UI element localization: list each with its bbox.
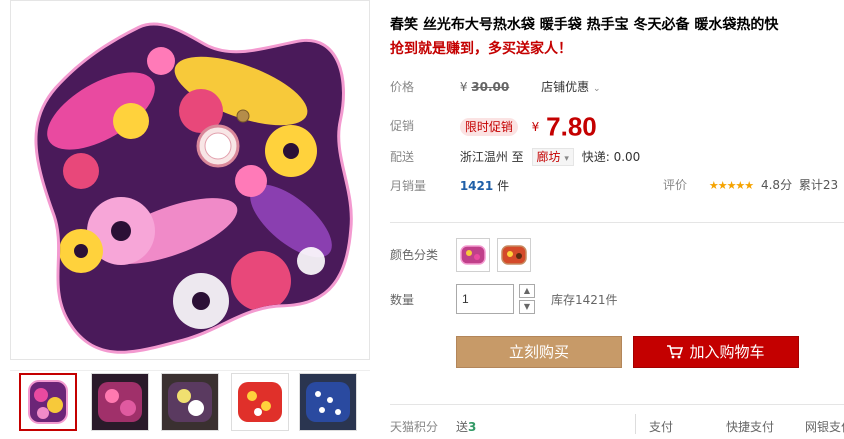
rating-score: 4.8分	[760, 178, 793, 192]
product-title: 春笑 丝光布大号热水袋 暖手袋 热手宝 冬天必备 暖水袋热的快	[390, 17, 779, 33]
shipping-fee: 快递: 0.00	[581, 150, 641, 164]
sku-swatch	[457, 239, 489, 271]
buy-now-button[interactable]: 立刻购买	[456, 336, 622, 368]
sku-color-label: 颜色分类	[390, 248, 439, 262]
city-select[interactable]: 廊坊 ▾	[531, 148, 574, 166]
city-value: 廊坊	[536, 150, 561, 164]
add-to-cart-label: 加入购物车	[689, 343, 765, 361]
points-row: 天猫积分 送3	[390, 418, 476, 435]
pay-fast-link[interactable]: 快捷支付	[726, 418, 774, 435]
original-price: 30.00	[471, 80, 510, 94]
image-gallery	[10, 0, 370, 439]
star-rating-icon: ★★★★★	[708, 179, 754, 192]
points-value: 3	[468, 420, 477, 434]
chevron-down-icon: ⌄	[592, 84, 601, 94]
sku-option-2[interactable]	[497, 238, 531, 272]
thumb-image	[21, 375, 75, 429]
active-thumb-indicator	[53, 373, 65, 375]
promo-currency: ¥	[531, 119, 540, 134]
price-currency: ¥	[459, 80, 468, 94]
divider	[390, 404, 844, 405]
pay-bank-link[interactable]: 网银支付	[805, 418, 844, 435]
rating-label: 评价	[663, 178, 688, 192]
chevron-down-icon: ▾	[564, 154, 569, 164]
sku-option-1[interactable]	[456, 238, 490, 272]
points-prefix: 送	[456, 420, 469, 434]
hot-water-bag-illustration	[11, 1, 369, 359]
thumb-image	[232, 374, 288, 430]
stock-count: 库存1421件	[551, 293, 618, 307]
promo-row: 促销 限时促销 ¥ 7.80	[390, 111, 597, 142]
promo-label: 促销	[390, 119, 415, 133]
thumbnail-2[interactable]	[91, 373, 149, 431]
thumbnail-5[interactable]	[299, 373, 357, 431]
store-coupon-label: 店铺优惠	[541, 80, 590, 94]
thumb-image	[92, 374, 148, 430]
product-info-panel: 春笑 丝光布大号热水袋 暖手袋 热手宝 冬天必备 暖水袋热的快 抢到就是赚到，多…	[383, 0, 844, 439]
review-count-link[interactable]: 累计23	[799, 178, 838, 192]
price-row: 价格 ¥ 30.00 店铺优惠 ⌄	[390, 77, 600, 97]
thumb-image	[162, 374, 218, 430]
thumb-image	[300, 374, 356, 430]
store-coupon-dropdown[interactable]: 店铺优惠 ⌄	[541, 80, 600, 94]
promo-badge: 限时促销	[459, 117, 518, 136]
cart-icon	[667, 339, 684, 369]
rating-row: 评价 ★★★★★ 4.8分 累计23	[663, 176, 838, 193]
add-to-cart-button[interactable]: 加入购物车	[633, 336, 799, 368]
ship-from: 浙江温州	[459, 150, 508, 164]
quantity-input[interactable]	[456, 284, 514, 314]
thumbnail-3[interactable]	[161, 373, 219, 431]
price-label: 价格	[390, 80, 415, 94]
quantity-increase-button[interactable]: ▲	[519, 284, 535, 298]
thumbnail-strip	[10, 370, 370, 431]
quantity-decrease-button[interactable]: ▼	[519, 300, 535, 314]
thumbnail-1[interactable]	[19, 373, 77, 431]
quantity-label: 数量	[390, 293, 415, 307]
divider	[390, 222, 844, 223]
sales-count: 1421	[459, 179, 494, 193]
shipping-label: 配送	[390, 150, 415, 164]
sku-swatch	[498, 239, 530, 271]
points-label: 天猫积分	[390, 420, 439, 434]
sales-row: 月销量 1421 件	[390, 176, 509, 196]
shipping-row: 配送 浙江温州 至 廊坊 ▾ 快递: 0.00	[390, 147, 640, 167]
thumbnail-4[interactable]	[231, 373, 289, 431]
promo-price: 7.80	[546, 111, 597, 142]
sales-label: 月销量	[390, 179, 427, 193]
ship-to-word: 至	[511, 150, 524, 164]
sales-unit: 件	[497, 179, 510, 193]
divider	[635, 414, 636, 434]
pay-label: 支付	[649, 420, 674, 434]
product-subtitle: 抢到就是赚到，多买送家人！	[390, 41, 572, 57]
main-product-image[interactable]	[10, 0, 370, 360]
